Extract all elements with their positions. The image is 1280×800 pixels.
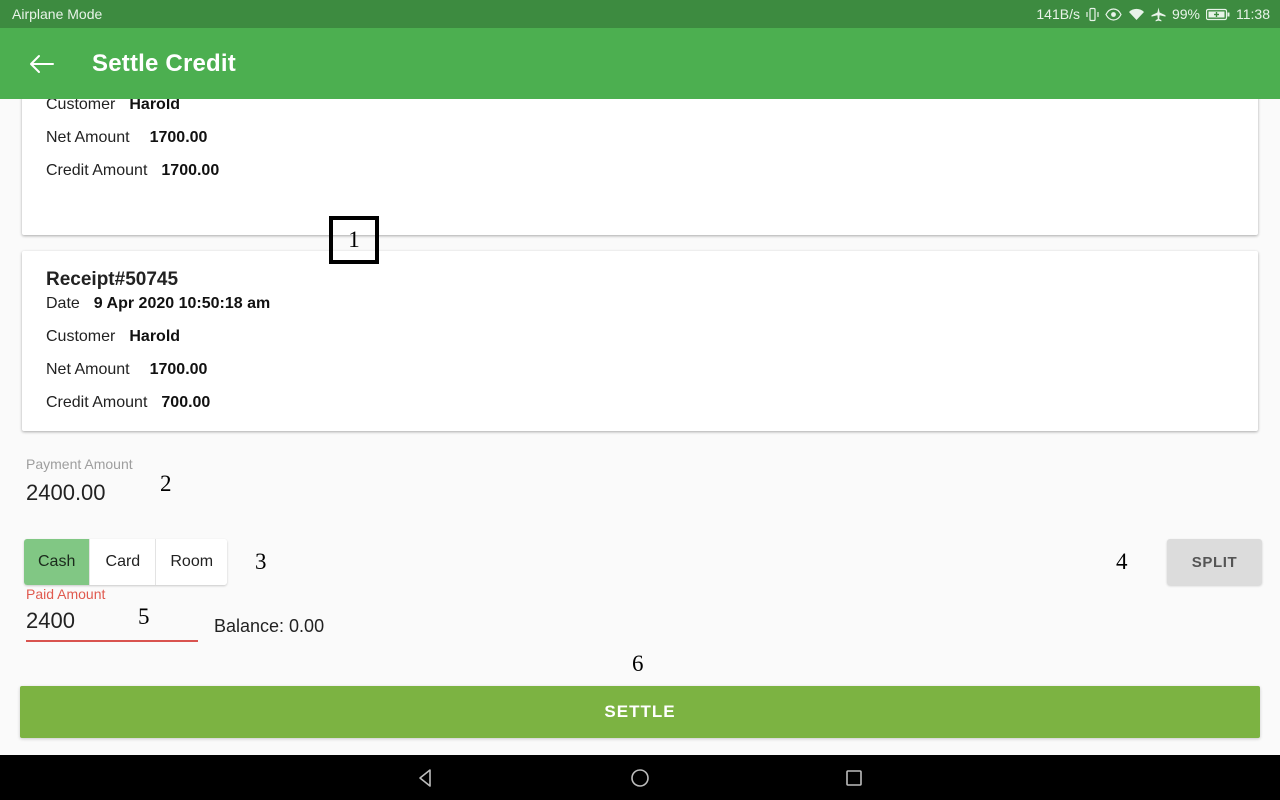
table-row: Date 9 Apr 2020 10:50:18 am [34, 295, 1246, 328]
net-amount-label: Net Amount [46, 129, 130, 146]
paid-amount-label: Paid Amount [26, 586, 106, 602]
nav-back-icon[interactable] [409, 761, 443, 795]
annotation-marker-2: 2 [160, 471, 172, 496]
wifi-icon [1128, 8, 1145, 21]
status-bar-right: 141B/s 99% 11:38 [1036, 6, 1270, 22]
credit-amount-label: Credit Amount [46, 394, 148, 411]
payment-mode-row: Cash Card Room SPLIT [0, 539, 1280, 585]
android-nav-bar [0, 755, 1280, 800]
table-row: Net Amount 1700.00 [34, 361, 1246, 394]
paid-amount-block: Paid Amount Balance: 0.00 [26, 586, 426, 642]
paid-amount-input[interactable] [26, 608, 198, 640]
nav-home-icon[interactable] [623, 761, 657, 795]
payment-mode-toggle-group[interactable]: Cash Card Room [24, 539, 228, 585]
annotation-marker-5: 5 [138, 604, 150, 629]
network-speed-label: 141B/s [1036, 6, 1080, 22]
table-row: Net Amount 1700.00 [34, 129, 1246, 162]
clock-label: 11:38 [1236, 6, 1270, 22]
settle-button[interactable]: SETTLE [20, 686, 1260, 738]
app-bar: Settle Credit [0, 28, 1280, 99]
net-amount-value: 1700.00 [149, 129, 208, 146]
payment-mode-card[interactable]: Card [90, 539, 157, 585]
receipt-number: Receipt#50745 [46, 269, 179, 290]
payment-amount-label: Payment Amount [26, 456, 133, 472]
payment-amount-block: Payment Amount 2400.00 [26, 456, 133, 506]
paid-amount-underline [26, 640, 198, 642]
balance-label: Balance: 0.00 [214, 616, 325, 636]
paid-amount-field[interactable] [26, 608, 198, 642]
page-title: Settle Credit [92, 49, 236, 77]
table-row: Credit Amount 1700.00 [34, 162, 1246, 195]
nav-recents-icon[interactable] [837, 761, 871, 795]
eye-icon [1105, 7, 1122, 21]
annotation-marker-4: 4 [1116, 549, 1128, 574]
customer-value: Harold [129, 99, 181, 113]
airplane-mode-label: Airplane Mode [12, 6, 103, 22]
credit-amount-value: 1700.00 [161, 162, 220, 179]
receipt-list[interactable]: Date 9 Apr 2020 10:50:59 am Customer Har… [0, 99, 1280, 682]
net-amount-label: Net Amount [46, 361, 130, 378]
annotation-marker-1: 1 [329, 216, 379, 264]
table-row: Customer Harold [34, 99, 1246, 129]
table-row: Credit Amount 700.00 [34, 394, 1246, 427]
payment-mode-cash[interactable]: Cash [24, 539, 91, 585]
battery-percent-label: 99% [1171, 6, 1200, 22]
vibrate-icon [1086, 7, 1099, 22]
net-amount-value: 1700.00 [149, 361, 208, 378]
back-arrow-icon[interactable] [26, 49, 56, 79]
annotation-marker-3: 3 [255, 549, 267, 574]
customer-label: Customer [46, 99, 116, 113]
payment-amount-value: 2400.00 [26, 480, 106, 505]
airplane-icon [1151, 7, 1166, 22]
split-button[interactable]: SPLIT [1167, 539, 1262, 585]
customer-label: Customer [46, 328, 116, 345]
receipt-card[interactable]: Receipt#50745 Date 9 Apr 2020 10:50:18 a… [22, 251, 1258, 431]
credit-amount-label: Credit Amount [46, 162, 148, 179]
date-label: Date [46, 295, 80, 312]
date-value: 9 Apr 2020 10:50:18 am [93, 295, 271, 312]
status-bar-left: Airplane Mode [12, 6, 102, 22]
status-bar: Airplane Mode 141B/s 99% 11:38 [0, 0, 1280, 28]
table-row: Customer Harold [34, 328, 1246, 361]
battery-icon [1206, 8, 1230, 21]
app-screen: Airplane Mode 141B/s 99% 11:38 Settle Cr… [0, 0, 1280, 800]
credit-amount-value: 700.00 [161, 394, 211, 411]
customer-value: Harold [129, 328, 181, 345]
annotation-marker-6: 6 [632, 651, 644, 676]
receipt-card[interactable]: Date 9 Apr 2020 10:50:59 am Customer Har… [22, 99, 1258, 235]
payment-mode-room[interactable]: Room [156, 539, 228, 585]
